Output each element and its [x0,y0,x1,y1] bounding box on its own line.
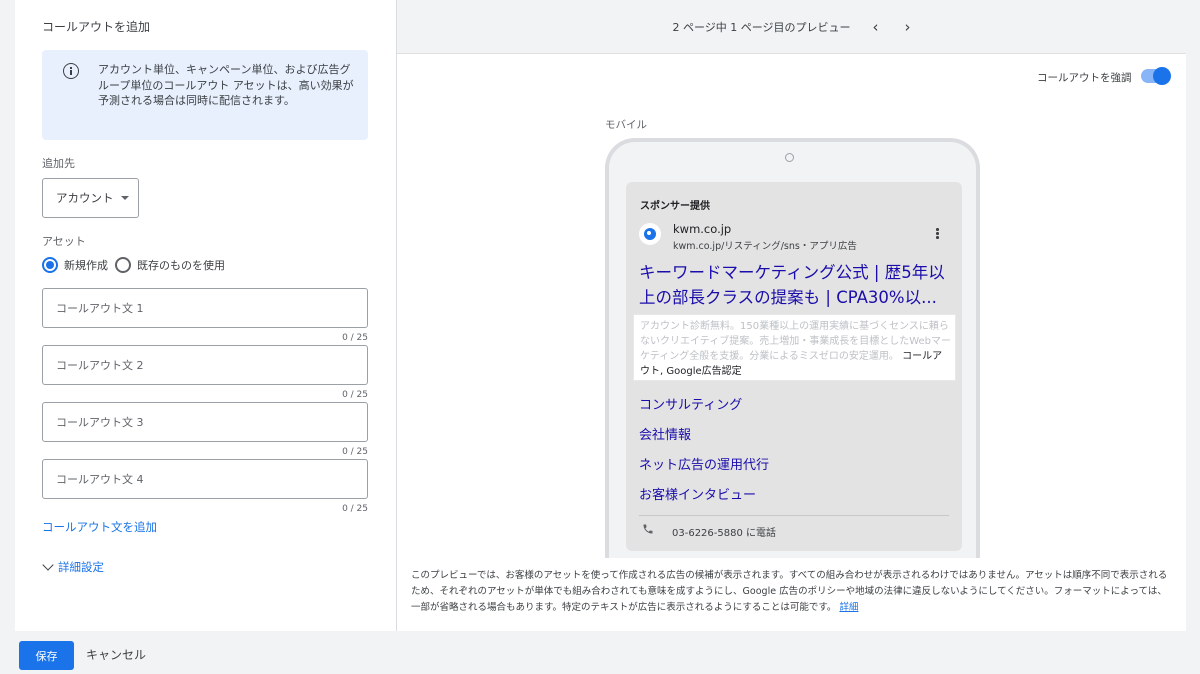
ad-domain: kwm.co.jp [673,222,732,236]
chevron-down-icon [42,559,54,571]
ad-phone-call[interactable]: 03-6226-5880 に電話 [672,524,776,539]
highlight-callout-label: コールアウトを強調 [1037,72,1132,84]
info-icon [63,63,79,79]
target-dropdown-value: アカウント [56,191,114,205]
advanced-settings-label: 詳細設定 [58,560,104,574]
toggle-knob [1153,67,1171,85]
preview-panel: 2 ページ中 1 ページ目のプレビュー ‹ › コールアウトを強調 モバイル ス… [396,0,1186,631]
caret-down-icon [120,196,129,200]
info-box: アカウント単位、キャンペーン単位、および広告グループ単位のコールアウト アセット… [42,50,368,140]
cancel-button[interactable]: キャンセル [86,646,146,663]
callout-counter-2: 0 / 25 [342,390,368,400]
chevron-left-icon[interactable]: ‹ [873,18,879,36]
radio-existing[interactable] [115,257,131,273]
device-label: モバイル [605,119,647,131]
highlight-callout-toggle[interactable] [1141,67,1171,85]
phone-camera-icon [785,153,794,162]
save-button[interactable]: 保存 [19,641,74,670]
ad-description: アカウント診断無料。150業種以上の運用実績に基づくセンスに頼らないクリエイティ… [640,319,952,379]
asset-radio-group: 新規作成 既存のものを使用 [42,257,232,273]
ad-headline[interactable]: キーワードマーケティング公式 | 歴5年以上の部長クラスの提案も | CPA30… [639,260,957,310]
target-dropdown[interactable]: アカウント [42,178,139,218]
add-callout-link[interactable]: コールアウト文を追加 [42,519,157,535]
sponsor-label: スポンサー提供 [640,201,710,212]
radio-new-label[interactable]: 新規作成 [64,257,108,273]
advanced-settings-toggle[interactable]: 詳細設定 [42,559,104,575]
callout-input-1[interactable] [42,288,368,328]
details-link[interactable]: 詳細 [839,602,858,613]
callout-counter-1: 0 / 25 [342,333,368,343]
callout-input-2[interactable] [42,345,368,385]
ad-card: スポンサー提供 kwm.co.jp kwm.co.jp/リスティング/sns・ア… [626,182,962,551]
more-vert-icon[interactable] [936,228,939,239]
preview-header: 2 ページ中 1 ページ目のプレビュー ‹ › [397,0,1186,54]
radio-existing-label[interactable]: 既存のものを使用 [137,257,225,273]
radio-new[interactable] [42,257,58,273]
sitelink-2[interactable]: 会社情報 [639,424,691,443]
preview-note-text: このプレビューでは、お客様のアセットを使って作成される広告の候補が表示されます。… [411,570,1168,613]
globe-icon [639,223,661,245]
callout-counter-3: 0 / 25 [342,447,368,457]
target-label: 追加先 [42,157,75,170]
phone-mockup: スポンサー提供 kwm.co.jp kwm.co.jp/リスティング/sns・ア… [605,138,980,558]
callout-counter-4: 0 / 25 [342,504,368,514]
asset-label: アセット [42,235,86,248]
callout-input-4[interactable] [42,459,368,499]
sitelink-1[interactable]: コンサルティング [639,394,742,413]
sitelink-4[interactable]: お客様インタビュー [639,484,756,503]
info-text: アカウント単位、キャンペーン単位、および広告グループ単位のコールアウト アセット… [98,63,354,107]
chevron-right-icon[interactable]: › [905,18,911,36]
sitelink-3[interactable]: ネット広告の運用代行 [639,454,769,473]
panel-title: コールアウトを追加 [42,20,151,34]
left-panel: コールアウトを追加 アカウント単位、キャンペーン単位、および広告グループ単位のコ… [15,0,396,631]
ad-url: kwm.co.jp/リスティング/sns・アプリ広告 [673,241,857,252]
preview-note: このプレビューでは、お客様のアセットを使って作成される広告の候補が表示されます。… [411,568,1175,616]
ad-description-box: アカウント診断無料。150業種以上の運用実績に基づくセンスに頼らないクリエイティ… [633,314,956,381]
preview-page-indicator: 2 ページ中 1 ページ目のプレビュー [672,20,851,34]
phone-icon [643,524,653,534]
divider [639,515,949,516]
callout-input-3[interactable] [42,402,368,442]
